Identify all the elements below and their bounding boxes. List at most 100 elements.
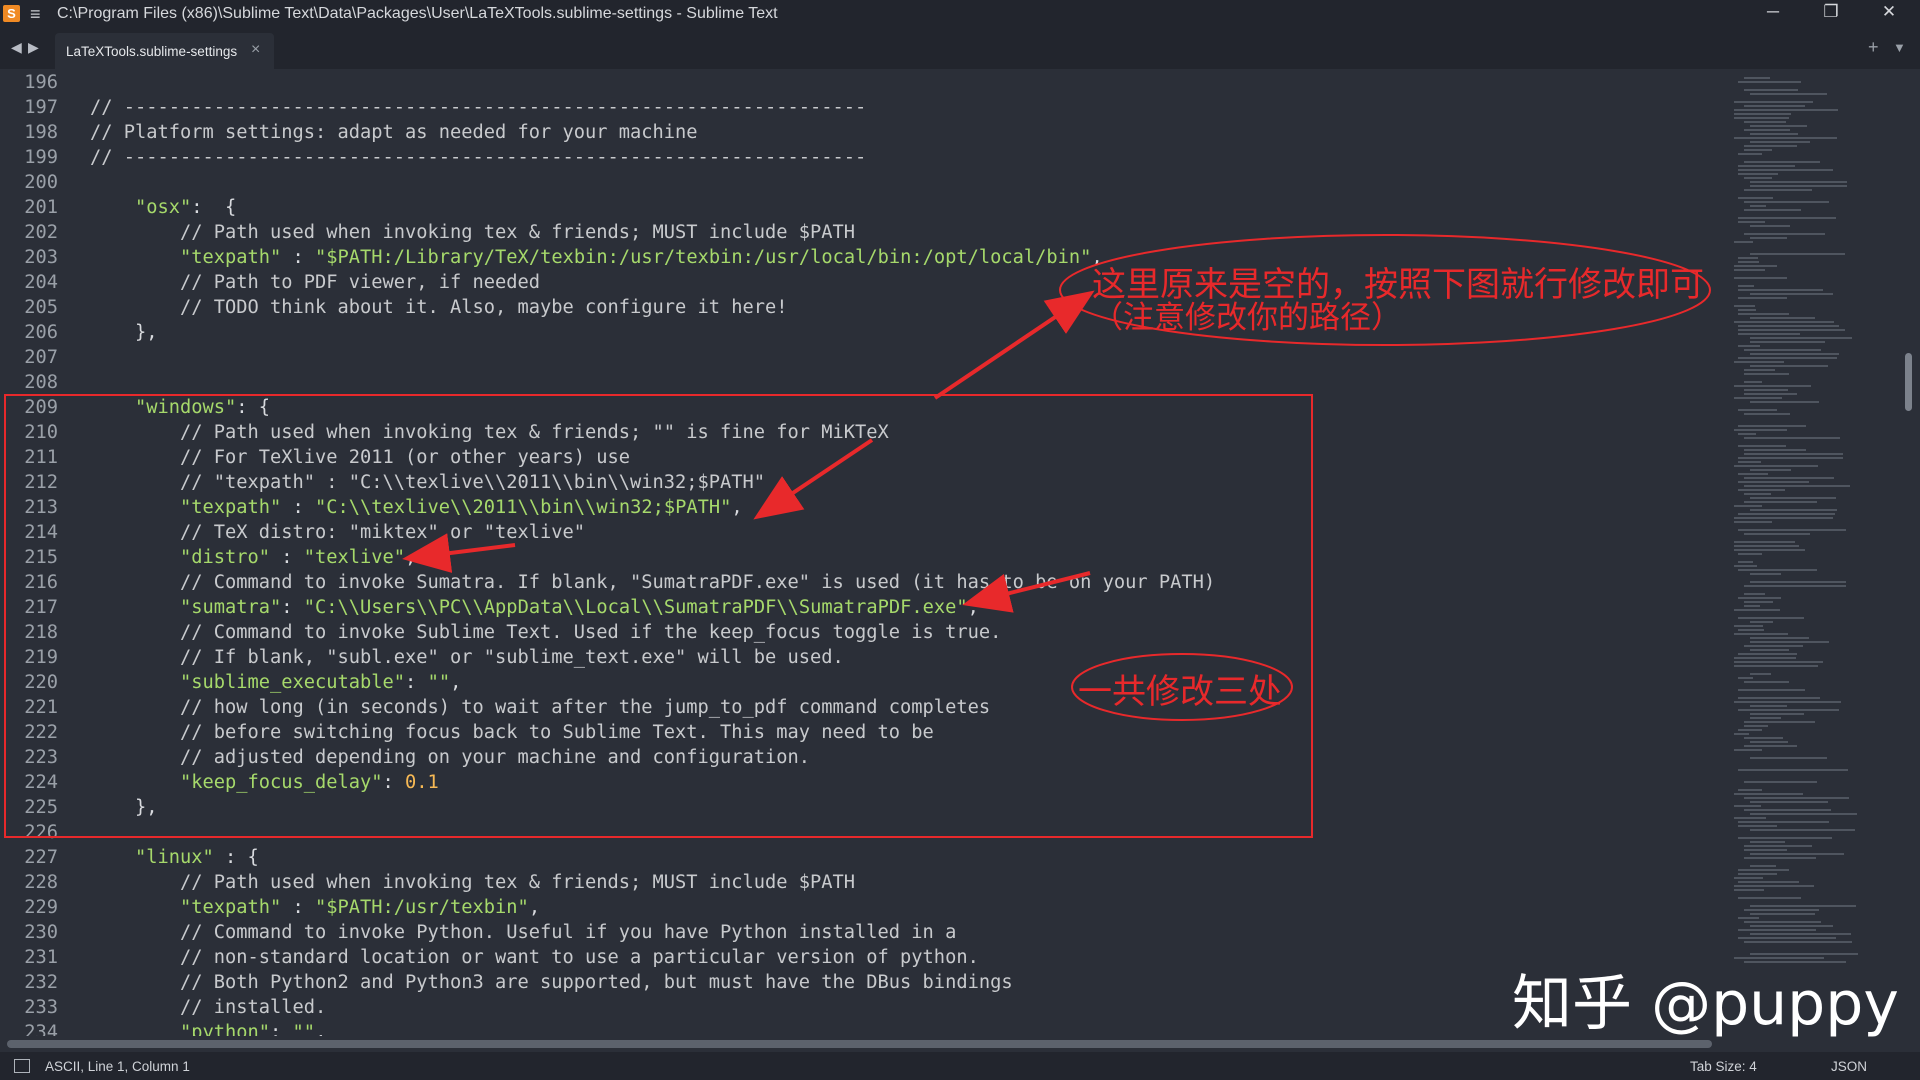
minimap-line [1744, 781, 1818, 783]
code-token: // Both Python2 and Python3 are supporte… [90, 972, 1013, 993]
tab-list-icon[interactable]: ▼ [1893, 40, 1906, 55]
minimap[interactable] [1730, 69, 1910, 1036]
line-code: "sumatra": "C:\\Users\\PC\\AppData\\Loca… [90, 595, 979, 620]
minimap-line [1738, 457, 1843, 459]
line-code: "linux" : { [90, 845, 259, 870]
back-arrow-icon[interactable]: ◀ [11, 39, 22, 56]
minimap-line [1734, 885, 1815, 887]
line-number: 214 [24, 522, 58, 543]
line-code: // Path to PDF viewer, if needed [90, 270, 540, 295]
line-code: "distro" : "texlive", [90, 545, 416, 570]
minimap-line [1744, 121, 1786, 123]
minimap-line [1738, 697, 1820, 699]
code-token: }, [90, 797, 158, 818]
line-code: // Command to invoke Sublime Text. Used … [90, 620, 1001, 645]
tab-bar: ◀ ▶ LaTeXTools.sublime-settings × + ▼ [0, 29, 1920, 69]
vertical-scrollbar[interactable] [1905, 353, 1912, 411]
minimap-line [1738, 425, 1806, 427]
tab-size[interactable]: Tab Size: 4 [1690, 1059, 1757, 1074]
minimap-line [1744, 381, 1763, 383]
line-number: 223 [24, 747, 58, 768]
minimap-line [1750, 353, 1840, 355]
minimap-line [1738, 81, 1802, 83]
line-number: 233 [24, 997, 58, 1018]
tab-close-icon[interactable]: × [251, 41, 260, 59]
horizontal-scrollbar[interactable] [7, 1040, 1712, 1048]
code-token: // TeX distro: "miktex" or "texlive" [90, 522, 586, 543]
cursor-position[interactable]: ASCII, Line 1, Column 1 [45, 1059, 190, 1074]
line-number: 198 [24, 122, 58, 143]
minimap-line [1734, 517, 1834, 519]
forward-arrow-icon[interactable]: ▶ [28, 39, 39, 56]
minimap-line [1744, 413, 1791, 415]
minimap-line [1750, 637, 1809, 639]
line-code: "windows": { [90, 395, 270, 420]
line-code: // Platform settings: adapt as needed fo… [90, 120, 698, 145]
minimap-line [1744, 857, 1816, 859]
minimap-line [1734, 113, 1792, 115]
minimap-line [1750, 125, 1808, 127]
line-number: 215 [24, 547, 58, 568]
minimap-line [1744, 593, 1765, 595]
minimap-line [1738, 165, 1795, 167]
line-code: "texpath" : "$PATH:/Library/TeX/texbin:/… [90, 245, 1103, 270]
minimap-line [1738, 261, 1760, 263]
minimap-line [1744, 737, 1783, 739]
code-token: // non-standard location or want to use … [90, 947, 979, 968]
minimap-line [1738, 433, 1757, 435]
minimap-line [1750, 853, 1845, 855]
minimap-line [1744, 369, 1775, 371]
new-tab-icon[interactable]: + [1868, 37, 1879, 58]
code-token: : { [213, 847, 259, 868]
minimap-line [1750, 401, 1819, 403]
minimap-line [1744, 941, 1852, 943]
minimap-line [1744, 449, 1806, 451]
minimap-line [1744, 645, 1804, 647]
minimize-button[interactable]: ─ [1753, 2, 1793, 22]
minimap-line [1750, 621, 1774, 623]
minimap-line [1734, 117, 1789, 119]
minimap-line [1734, 265, 1778, 267]
line-code: "sublime_executable": "", [90, 670, 461, 695]
minimap-line [1744, 105, 1806, 107]
minimap-line [1734, 565, 1758, 567]
minimap-line [1738, 653, 1797, 655]
code-token: "linux" [135, 847, 214, 868]
code-token: : [281, 897, 316, 918]
minimap-line [1750, 293, 1834, 295]
panel-toggle-icon[interactable] [14, 1059, 30, 1073]
code-token: // Path used when invoking tex & friends… [90, 422, 889, 443]
minimap-line [1744, 177, 1772, 179]
minimap-line [1734, 305, 1756, 307]
syntax-mode[interactable]: JSON [1831, 1059, 1867, 1074]
code-editor[interactable]: 196 197 // -------------------------------… [0, 69, 1730, 1036]
line-number: 219 [24, 647, 58, 668]
code-token: , [528, 897, 541, 918]
code-token: // -------------------------------------… [90, 97, 867, 118]
minimap-line [1750, 841, 1785, 843]
minimap-line [1738, 629, 1764, 631]
line-code: // Command to invoke Sumatra. If blank, … [90, 570, 1215, 595]
code-token: "" [427, 672, 451, 693]
close-window-button[interactable]: ✕ [1869, 2, 1909, 22]
minimap-line [1734, 101, 1813, 103]
tab-latextools-settings[interactable]: LaTeXTools.sublime-settings × [55, 33, 274, 69]
menu-icon[interactable]: ≡ [30, 4, 41, 25]
minimap-line [1744, 437, 1840, 439]
watermark: 知乎 @puppy [1512, 969, 1899, 1039]
minimap-line [1734, 817, 1766, 819]
line-number: 208 [24, 372, 58, 393]
line-code: // "texpath" : "C:\\texlive\\2011\\bin\\… [90, 470, 765, 495]
restore-button[interactable]: ❐ [1811, 2, 1851, 22]
note-top-line2: （注意修改你的路径） [1092, 300, 1402, 336]
minimap-line [1750, 581, 1846, 583]
minimap-line [1750, 741, 1788, 743]
minimap-line [1734, 633, 1789, 635]
line-code: }, [90, 795, 158, 820]
minimap-line [1750, 337, 1852, 339]
line-number: 234 [24, 1022, 58, 1036]
line-code: // how long (in seconds) to wait after t… [90, 695, 990, 720]
